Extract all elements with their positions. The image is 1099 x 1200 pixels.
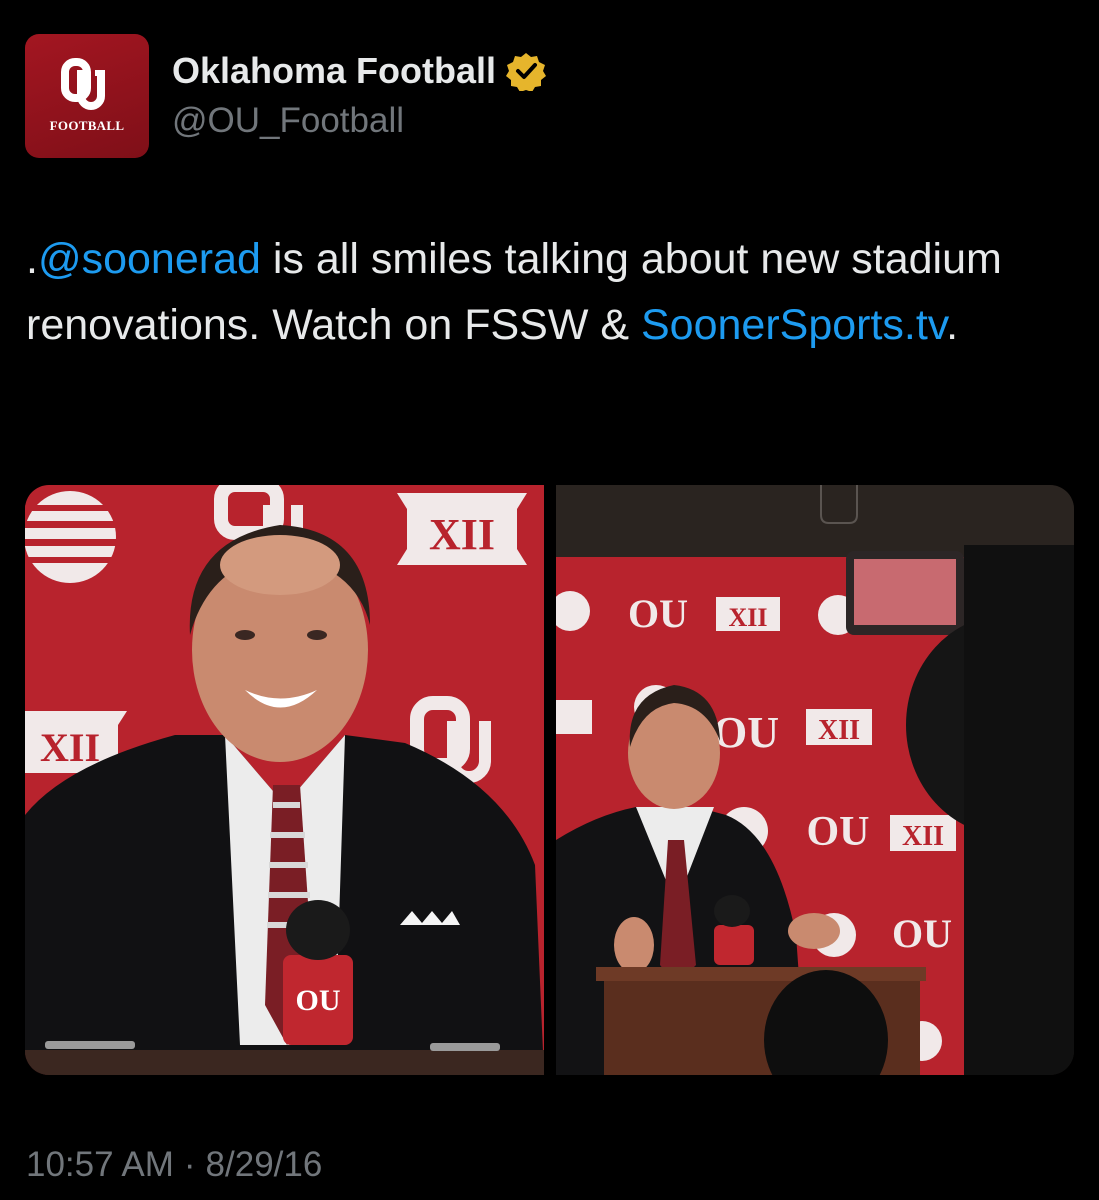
tweet-timestamp[interactable]: 10:57 AM · 8/29/16: [26, 1142, 322, 1188]
tweet-text-prefix: .: [26, 235, 38, 283]
svg-text:XII: XII: [40, 725, 100, 770]
external-link[interactable]: SoonerSports.tv: [641, 301, 946, 349]
tweet-date: 8/29/16: [205, 1145, 323, 1184]
display-name[interactable]: Oklahoma Football: [172, 50, 496, 92]
photo-2[interactable]: OU XII OU XII OU XII OU: [556, 485, 1074, 1075]
xii-logo-icon: XII: [397, 493, 527, 565]
tweet-time: 10:57 AM: [26, 1145, 174, 1184]
media-grid: XII XII OU OU XII OU XII OU XII OU: [25, 485, 1074, 1075]
author-handle[interactable]: @OU_Football: [172, 100, 404, 142]
verified-badge-icon: [506, 53, 547, 91]
avatar-label: FOOTBALL: [49, 118, 125, 133]
press-conference-closeup-image: XII XII OU: [25, 485, 544, 1075]
svg-text:OU: OU: [892, 911, 952, 956]
tweet-text: .@soonerad is all smiles talking about n…: [26, 226, 1076, 358]
svg-text:OU: OU: [713, 708, 779, 757]
svg-text:OU: OU: [807, 809, 870, 855]
svg-text:XII: XII: [728, 603, 767, 632]
meta-separator: ·: [183, 1145, 196, 1184]
svg-text:OU: OU: [296, 984, 341, 1017]
svg-text:OU: OU: [628, 591, 688, 636]
svg-text:XII: XII: [902, 821, 944, 852]
tweet-text-suffix: .: [946, 301, 959, 349]
author-name-row[interactable]: Oklahoma Football: [172, 50, 547, 92]
mention-link[interactable]: @soonerad: [38, 235, 261, 283]
svg-text:XII: XII: [429, 510, 495, 559]
ou-logo-icon: [61, 58, 105, 110]
svg-text:XII: XII: [818, 715, 860, 746]
photo-1[interactable]: XII XII OU: [25, 485, 544, 1075]
tweet[interactable]: FOOTBALL Oklahoma Football @OU_Football …: [0, 0, 1099, 1200]
press-conference-wide-image: OU XII OU XII OU XII OU: [556, 485, 1074, 1075]
profile-avatar[interactable]: FOOTBALL: [25, 34, 149, 158]
